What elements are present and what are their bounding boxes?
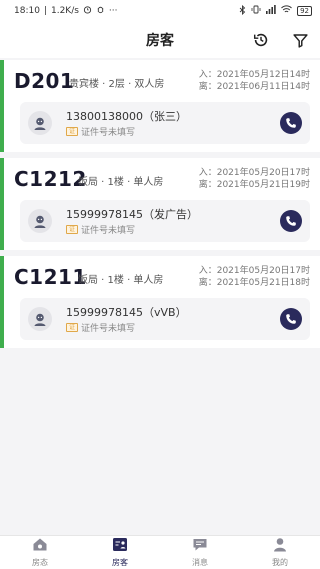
tab-label: 消息	[192, 558, 208, 567]
vibrate-icon	[251, 5, 261, 17]
call-button[interactable]	[280, 210, 302, 232]
stay-dates: 入：2021年05月20日17时 离：2021年05月21日18时	[199, 265, 310, 289]
guest-phone: 15999978145（发广告）	[66, 208, 198, 221]
app-header: 房客	[0, 22, 320, 58]
guest-info[interactable]: 13800138000（张三） 证 证件号未填写	[20, 102, 310, 144]
id-status-text: 证件号未填写	[81, 226, 136, 236]
id-status: 证 证件号未填写	[66, 321, 135, 334]
id-status-text: 证件号未填写	[81, 128, 136, 138]
guest-info[interactable]: 15999978145（vVB） 证 证件号未填写	[20, 298, 310, 340]
id-card-icon: 证	[66, 127, 78, 136]
status-speed: 1.2K/s	[50, 6, 79, 16]
signal-icon	[266, 5, 276, 17]
tab-label: 房态	[32, 558, 48, 567]
checkin-date: 入：2021年05月12日14时	[198, 70, 310, 80]
avatar	[28, 209, 52, 233]
id-status-text: 证件号未填写	[81, 324, 136, 334]
status-bar: 18:10 | 1.2K/s ··· 92	[0, 0, 320, 22]
checkout-date: 离：2021年05月21日19时	[198, 180, 310, 190]
guest-icon	[112, 537, 128, 556]
house-icon	[32, 537, 48, 556]
tab-profile[interactable]: 我的	[240, 536, 320, 569]
call-button[interactable]	[280, 112, 302, 134]
tab-messages[interactable]: 消息	[160, 536, 240, 569]
guest-phone: 15999978145（vVB）	[66, 306, 187, 319]
id-status: 证 证件号未填写	[66, 125, 135, 138]
tab-room-status[interactable]: 房态	[0, 536, 80, 569]
bottom-tab-bar: 房态 房客 消息 我的	[0, 535, 320, 569]
battery-icon: 92	[297, 6, 312, 16]
room-number: C1211	[14, 265, 87, 289]
checkout-date: 离：2021年05月21日18时	[198, 278, 310, 288]
avatar	[28, 307, 52, 331]
bluetooth-icon	[239, 4, 246, 18]
page-title: 房客	[146, 33, 174, 49]
message-icon	[192, 537, 208, 556]
room-location: 饭局 · 1楼 · 单人房	[78, 177, 164, 188]
room-card[interactable]: D201 贵宾楼 · 2层 · 双人房 入：2021年05月12日14时 离：2…	[0, 60, 320, 152]
guest-info[interactable]: 15999978145（发广告） 证 证件号未填写	[20, 200, 310, 242]
checkin-date: 入：2021年05月20日17时	[198, 266, 310, 276]
stay-dates: 入：2021年05月20日17时 离：2021年05月21日19时	[199, 167, 310, 191]
status-divider: |	[43, 6, 47, 16]
checkout-date: 离：2021年06月11日14时	[198, 82, 310, 92]
bug-icon	[96, 5, 105, 17]
avatar	[28, 111, 52, 135]
room-number: C1212	[14, 167, 87, 191]
history-icon[interactable]	[251, 30, 271, 50]
call-button[interactable]	[280, 308, 302, 330]
wifi-icon	[281, 5, 292, 17]
alarm-icon	[83, 5, 92, 17]
checkin-date: 入：2021年05月20日17时	[198, 168, 310, 178]
status-time: 18:10	[14, 6, 40, 16]
tab-label: 我的	[272, 558, 288, 567]
stay-dates: 入：2021年05月12日14时 离：2021年06月11日14时	[199, 69, 310, 93]
guest-list: D201 贵宾楼 · 2层 · 双人房 入：2021年05月12日14时 离：2…	[0, 60, 320, 354]
status-more: ···	[108, 6, 118, 16]
id-card-icon: 证	[66, 225, 78, 234]
guest-phone: 13800138000（张三）	[66, 110, 187, 123]
room-number: D201	[14, 69, 75, 93]
id-status: 证 证件号未填写	[66, 223, 135, 236]
profile-icon	[272, 537, 288, 556]
filter-icon[interactable]	[290, 30, 310, 50]
room-card[interactable]: C1211 饭局 · 1楼 · 单人房 入：2021年05月20日17时 离：2…	[0, 256, 320, 348]
tab-guests[interactable]: 房客	[80, 536, 160, 569]
room-location: 饭局 · 1楼 · 单人房	[78, 275, 164, 286]
room-location: 贵宾楼 · 2层 · 双人房	[69, 79, 165, 90]
room-card[interactable]: C1212 饭局 · 1楼 · 单人房 入：2021年05月20日17时 离：2…	[0, 158, 320, 250]
id-card-icon: 证	[66, 323, 78, 332]
tab-label: 房客	[112, 558, 128, 567]
